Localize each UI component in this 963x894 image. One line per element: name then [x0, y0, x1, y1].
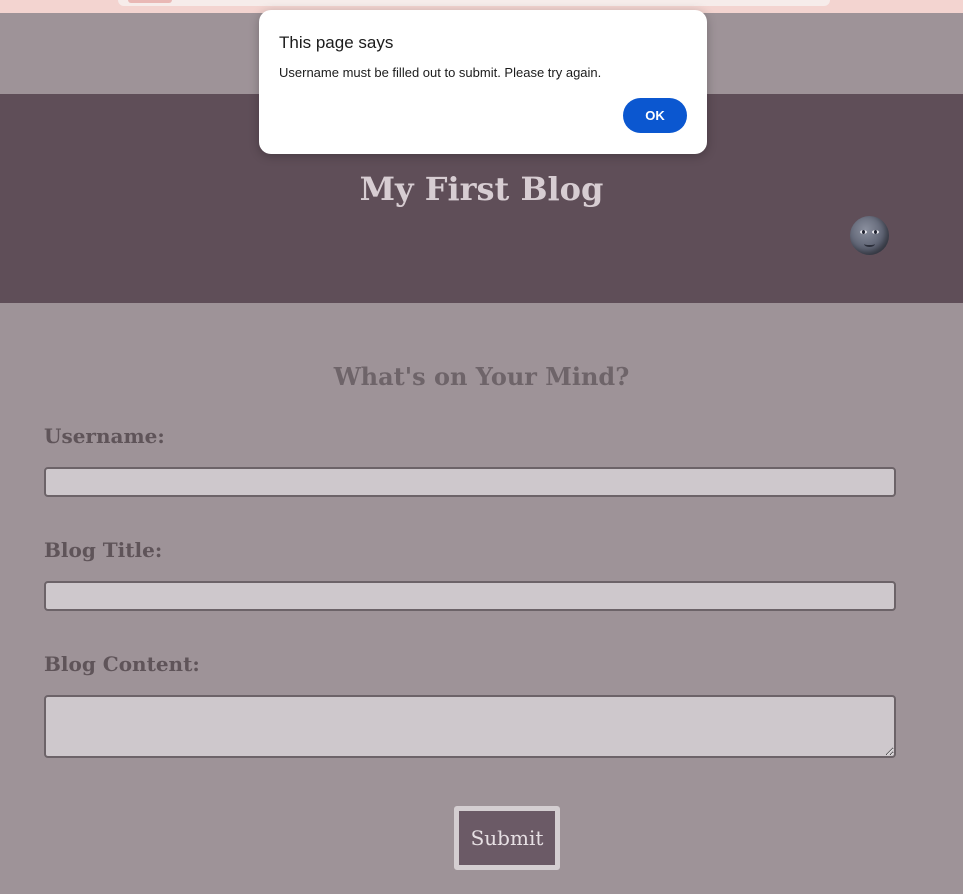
blog-content-textarea[interactable] [44, 695, 896, 758]
blog-content-label: Blog Content: [44, 652, 200, 676]
dialog-title: This page says [279, 33, 394, 52]
page-title: My First Blog [359, 170, 604, 208]
alert-dialog: This page says Username must be filled o… [259, 10, 707, 154]
submit-button[interactable]: Submit [454, 806, 560, 870]
moon-face-eye [872, 230, 879, 234]
moon-face-mouth [864, 241, 875, 247]
address-bar[interactable] [118, 0, 830, 6]
moon-face-icon [860, 230, 867, 234]
tab-indicator [128, 0, 172, 3]
dialog-ok-button[interactable]: OK [623, 98, 687, 133]
form-heading: What's on Your Mind? [333, 362, 630, 391]
blog-title-input[interactable] [44, 581, 896, 611]
dialog-message: Username must be filled out to submit. P… [279, 65, 602, 80]
username-label: Username: [44, 424, 165, 448]
theme-toggle-button[interactable] [850, 216, 889, 255]
blog-title-label: Blog Title: [44, 538, 163, 562]
username-input[interactable] [44, 467, 896, 497]
